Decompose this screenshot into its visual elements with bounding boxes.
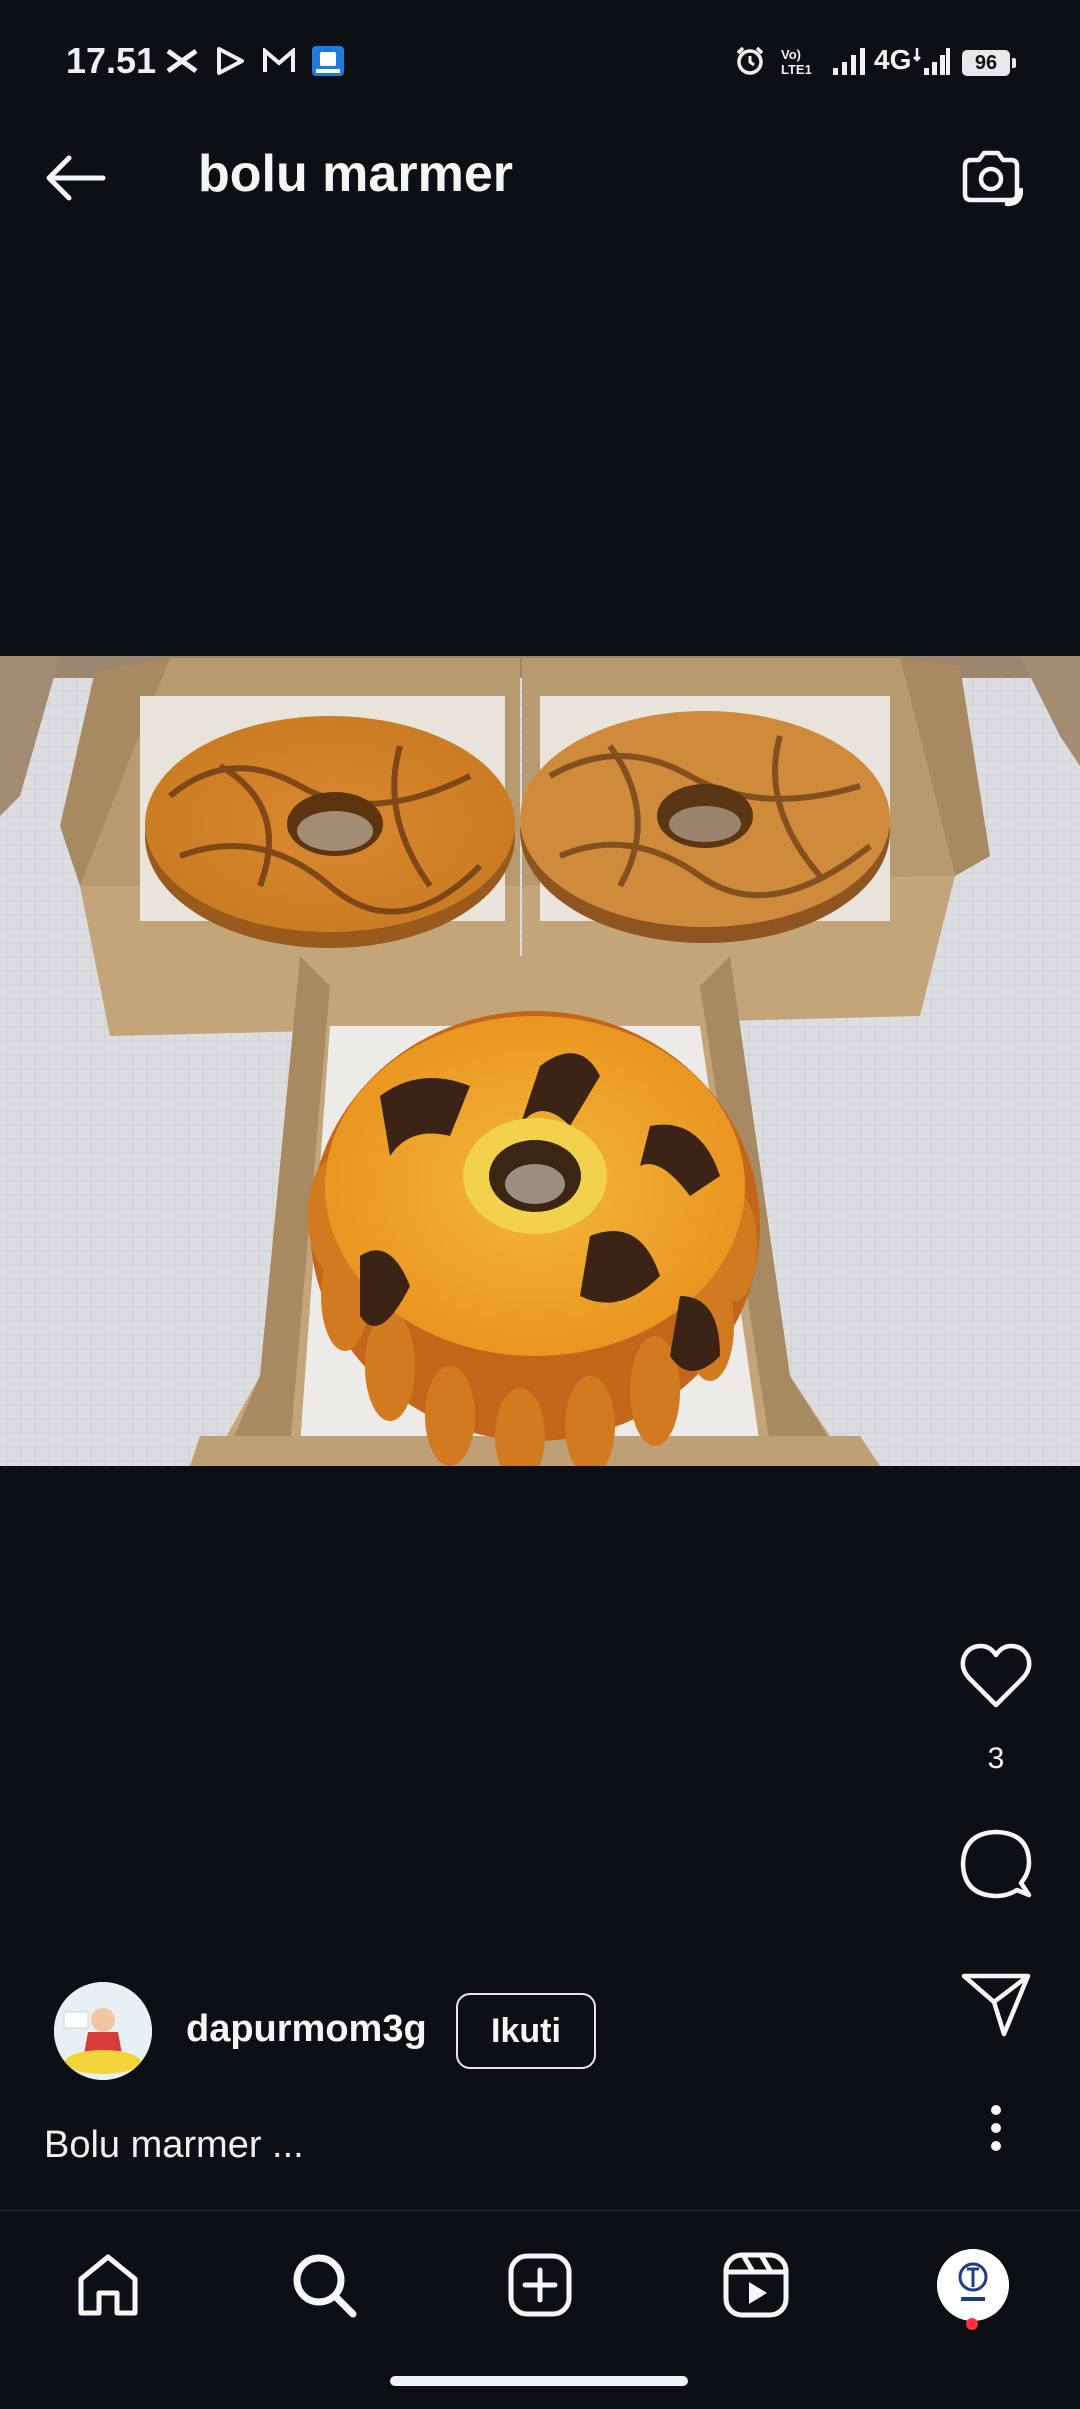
- like-button[interactable]: [958, 1640, 1034, 1712]
- profile-logo: [937, 2249, 1009, 2321]
- nav-reels[interactable]: [711, 2240, 801, 2330]
- follow-button[interactable]: Ikuti: [456, 1993, 596, 2069]
- signal-1-icon: [830, 44, 868, 78]
- signal-2-icon: [912, 44, 952, 78]
- camera-icon: [962, 150, 1023, 207]
- nav-home[interactable]: [63, 2240, 153, 2330]
- nav-create[interactable]: [495, 2240, 585, 2330]
- alarm-icon: [732, 44, 768, 78]
- share-button[interactable]: [958, 1970, 1034, 2040]
- more-vertical-icon: [991, 2105, 1001, 2151]
- dapurmom-logo: [54, 1982, 152, 2080]
- create-icon: [508, 2253, 572, 2317]
- comment-button[interactable]: [958, 1826, 1034, 1902]
- heart-icon: [960, 1643, 1032, 1708]
- network-type: 4G: [874, 44, 912, 75]
- back-button[interactable]: [40, 148, 110, 208]
- svg-text:Vo): Vo): [781, 47, 801, 62]
- marble-cake-photo: [0, 656, 1080, 1466]
- play-notification-icon: [212, 44, 248, 78]
- profile-avatar: [937, 2249, 1009, 2321]
- author-avatar[interactable]: [54, 1982, 152, 2080]
- capcut-notification-icon: [164, 44, 200, 78]
- app-notification-icon: [310, 44, 346, 78]
- post-photo[interactable]: [0, 656, 1080, 1466]
- comment-icon: [960, 1829, 1032, 1899]
- svg-text:LTE1: LTE1: [781, 62, 812, 77]
- search-icon: [293, 2254, 357, 2318]
- post-caption[interactable]: Bolu marmer ...: [44, 2124, 304, 2167]
- back-arrow-icon: [46, 155, 106, 201]
- page-title: bolu marmer: [198, 145, 513, 203]
- volte-icon: Vo) LTE1: [778, 44, 818, 78]
- top-bar: [0, 100, 1080, 250]
- author-username[interactable]: dapurmom3g: [186, 2008, 427, 2051]
- send-icon: [961, 1973, 1031, 2037]
- battery-indicator: 96: [962, 50, 1016, 76]
- home-icon: [78, 2254, 138, 2316]
- nav-profile[interactable]: [928, 2240, 1018, 2330]
- like-count: 3: [987, 1742, 1005, 1775]
- notification-dot: [966, 2318, 978, 2330]
- reels-icon: [723, 2252, 789, 2318]
- gmail-notification-icon: [260, 44, 298, 78]
- nav-search[interactable]: [279, 2240, 369, 2330]
- more-button[interactable]: [972, 2104, 1020, 2152]
- status-time: 17.51: [66, 40, 157, 81]
- home-indicator[interactable]: [390, 2376, 688, 2386]
- camera-button[interactable]: [956, 146, 1026, 210]
